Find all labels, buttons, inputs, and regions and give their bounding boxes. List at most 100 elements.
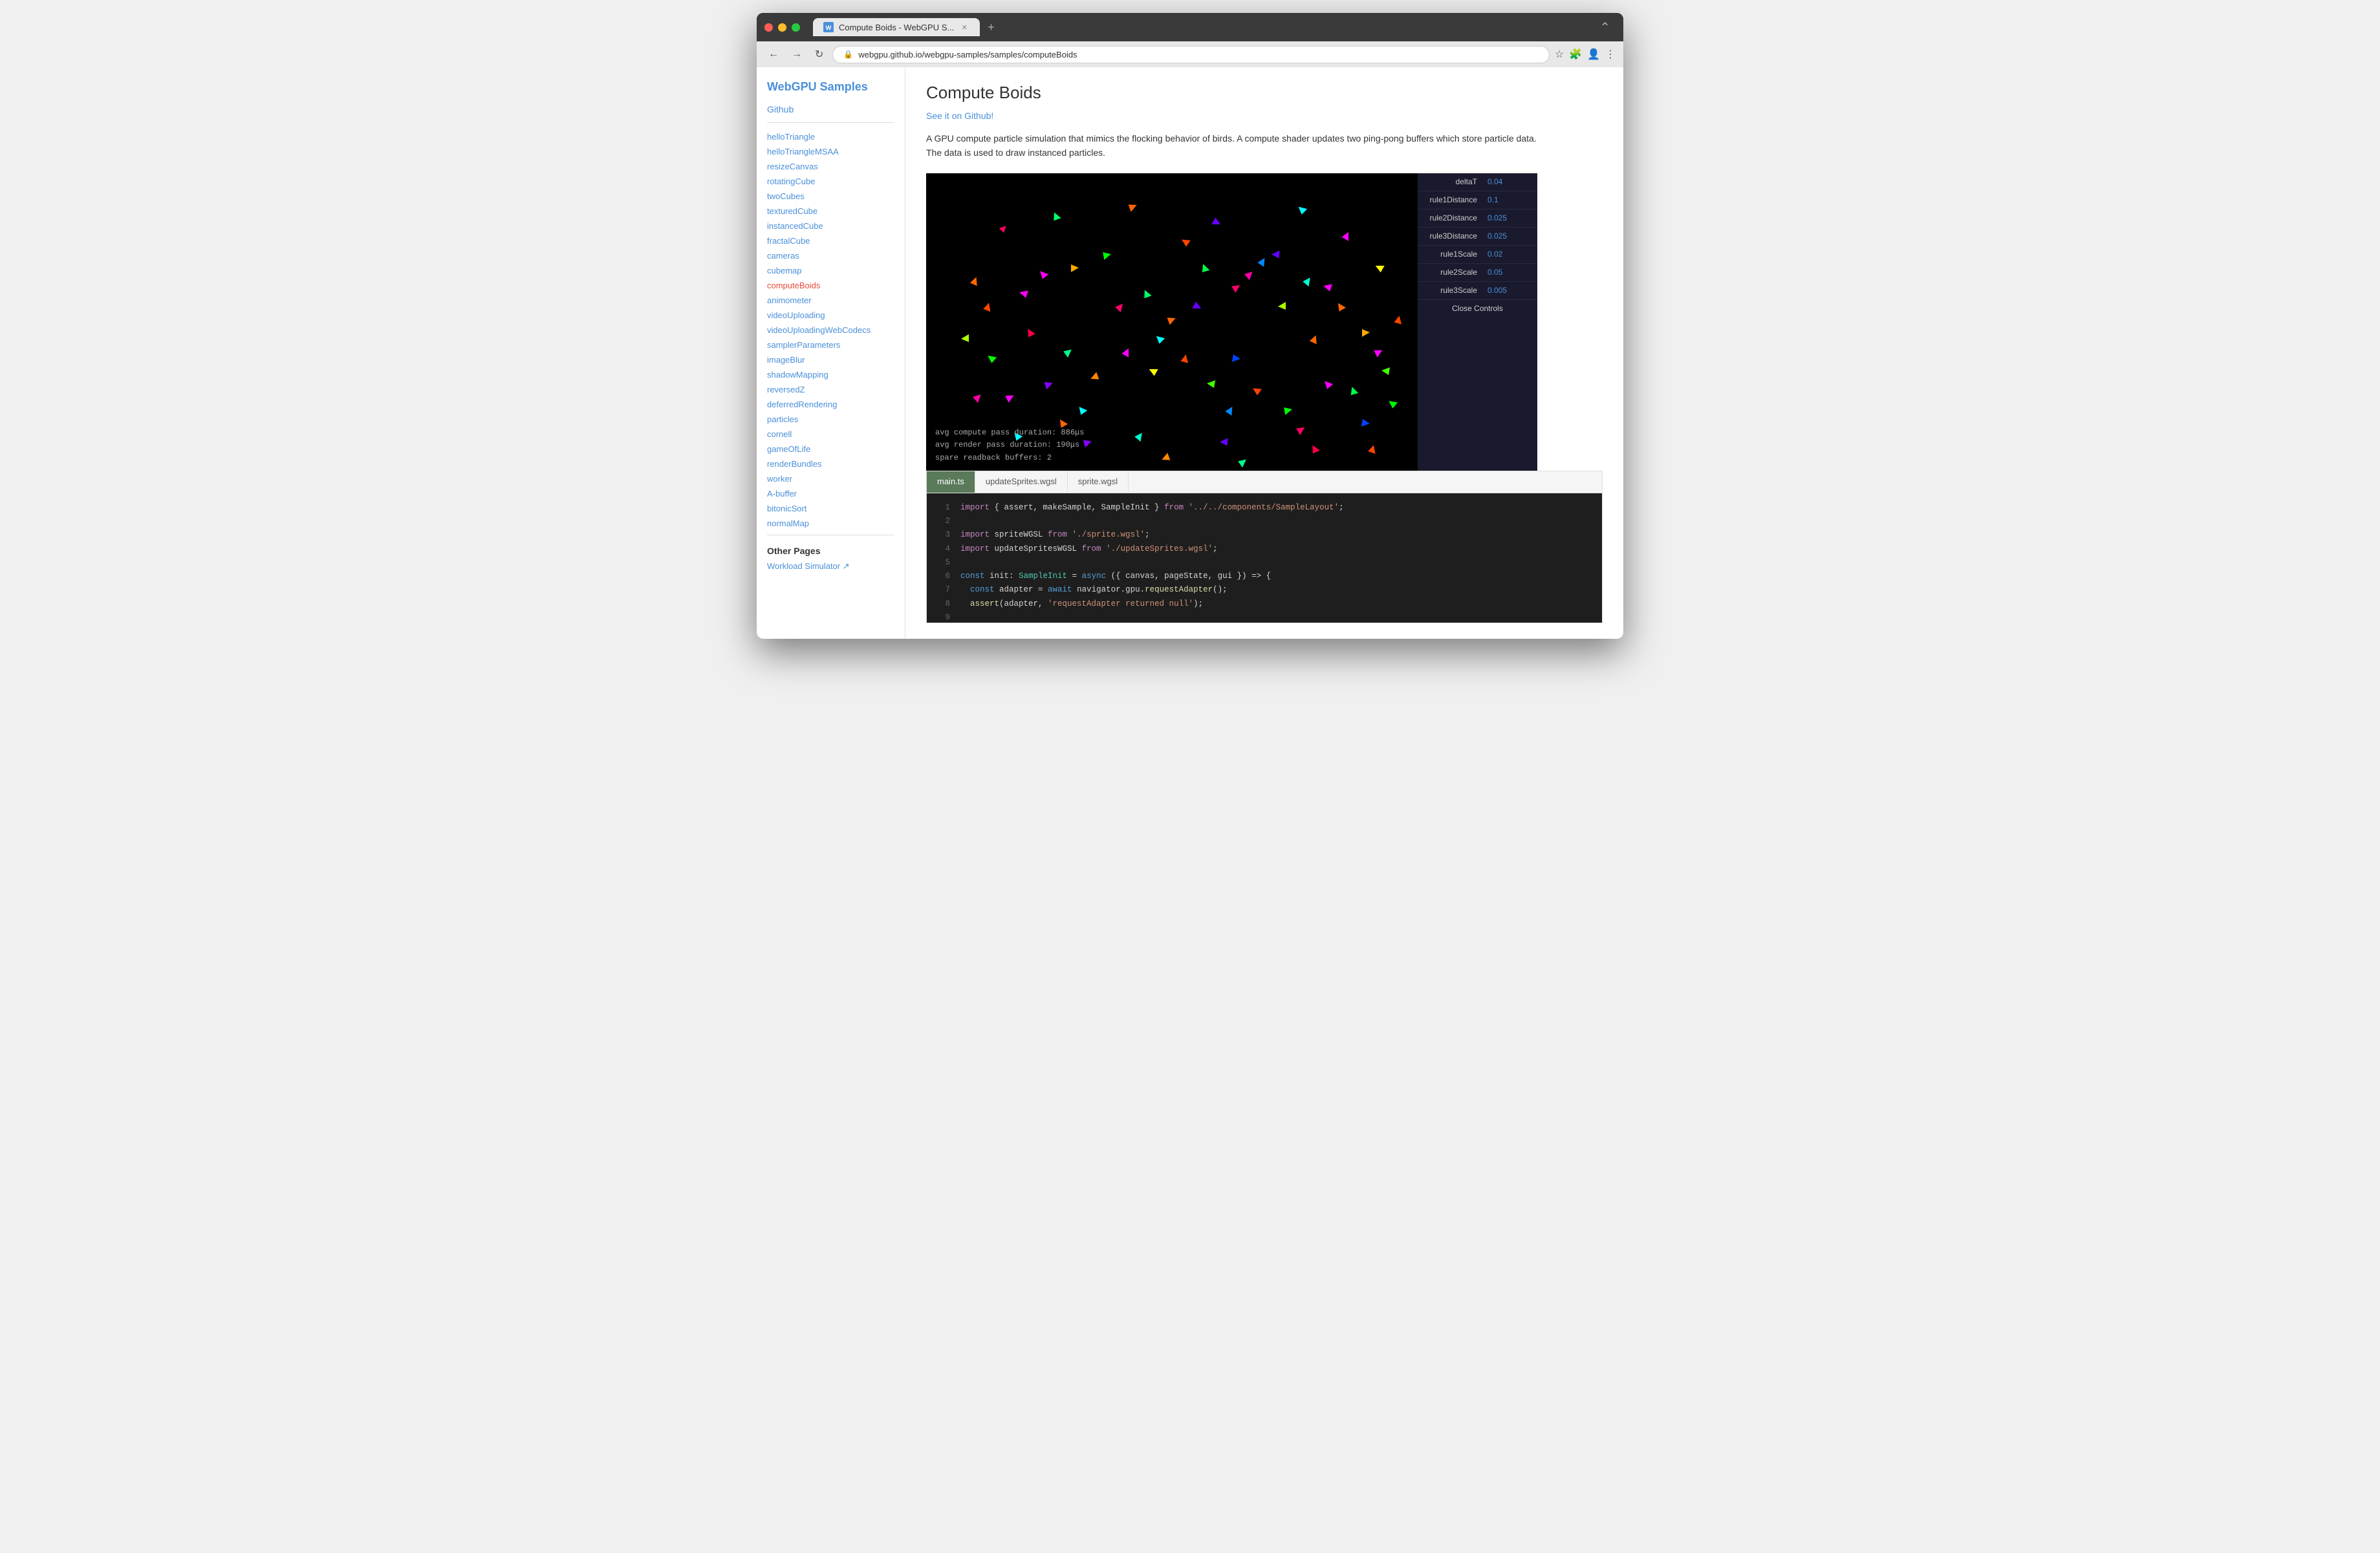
code-line-7: 7 const adapter = await navigator.gpu.re…	[937, 583, 1592, 597]
workload-simulator-link[interactable]: Workload Simulator ↗	[767, 561, 894, 572]
sidebar-item-helloTriangleMSAA[interactable]: helloTriangleMSAA	[767, 145, 894, 158]
profile-icon[interactable]: 👤	[1587, 48, 1600, 61]
sidebar-item-videoUploadingWebCodecs[interactable]: videoUploadingWebCodecs	[767, 324, 894, 336]
maximize-button[interactable]	[792, 23, 800, 32]
line-number: 1	[937, 501, 950, 515]
sidebar-item-rotatingCube[interactable]: rotatingCube	[767, 175, 894, 187]
control-row-rule2scale: rule2Scale 0.05	[1418, 264, 1537, 282]
description: A GPU compute particle simulation that m…	[926, 131, 1547, 160]
sidebar-item-texturedCube[interactable]: texturedCube	[767, 205, 894, 217]
stat-compute: avg compute pass duration: 886μs	[935, 427, 1084, 439]
other-pages-title: Other Pages	[767, 546, 894, 556]
sidebar-item-samplerParameters[interactable]: samplerParameters	[767, 339, 894, 351]
control-label: rule2Distance	[1418, 213, 1482, 222]
sidebar-item-normalMap[interactable]: normalMap	[767, 517, 894, 530]
code-line-6: 6const init: SampleInit = async ({ canva…	[937, 570, 1592, 583]
back-button[interactable]: ←	[764, 46, 783, 63]
code-line-3: 3import spriteWGSL from './sprite.wgsl';	[937, 528, 1592, 542]
control-label: deltaT	[1418, 177, 1482, 186]
code-tabs: main.tsupdateSprites.wgslsprite.wgsl	[927, 471, 1602, 493]
control-value[interactable]: 0.025	[1482, 213, 1512, 222]
code-tab-updateSprites-wgsl[interactable]: updateSprites.wgsl	[975, 471, 1068, 493]
sidebar-item-cubemap[interactable]: cubemap	[767, 264, 894, 277]
control-row-deltat: deltaT 0.04	[1418, 173, 1537, 191]
traffic-lights	[764, 23, 800, 32]
control-row-rule3distance: rule3Distance 0.025	[1418, 228, 1537, 246]
control-value[interactable]: 0.04	[1482, 177, 1508, 186]
control-value[interactable]: 0.05	[1482, 268, 1508, 277]
close-button[interactable]	[764, 23, 773, 32]
new-tab-button[interactable]: +	[982, 18, 1000, 37]
sidebar-item-shadowMapping[interactable]: shadowMapping	[767, 369, 894, 381]
code-line-9: 9	[937, 611, 1592, 623]
active-tab[interactable]: W Compute Boids - WebGPU S... ✕	[813, 18, 980, 36]
sidebar-item-fractalCube[interactable]: fractalCube	[767, 235, 894, 247]
sidebar-item-gameOfLife[interactable]: gameOfLife	[767, 443, 894, 455]
bookmark-icon[interactable]: ☆	[1555, 48, 1564, 61]
code-line-5: 5	[937, 556, 1592, 570]
tab-favicon: W	[823, 22, 834, 32]
tab-close-button[interactable]: ✕	[959, 22, 969, 32]
sidebar-item-videoUploading[interactable]: videoUploading	[767, 309, 894, 321]
sidebar-item-renderBundles[interactable]: renderBundles	[767, 458, 894, 470]
control-row-rule1distance: rule1Distance 0.1	[1418, 191, 1537, 209]
github-link[interactable]: Github	[767, 104, 894, 114]
sidebar-item-deferredRendering[interactable]: deferredRendering	[767, 398, 894, 411]
control-value[interactable]: 0.025	[1482, 231, 1512, 241]
controls-panel: deltaT 0.04 rule1Distance 0.1 rule2Dista…	[1418, 173, 1537, 471]
control-label: rule2Scale	[1418, 268, 1482, 277]
controls-fields: deltaT 0.04 rule1Distance 0.1 rule2Dista…	[1418, 173, 1537, 300]
sidebar-item-particles[interactable]: particles	[767, 413, 894, 425]
sidebar-item-bitonicSort[interactable]: bitonicSort	[767, 502, 894, 515]
control-label: rule1Distance	[1418, 195, 1482, 204]
forward-button[interactable]: →	[788, 46, 806, 63]
control-value[interactable]: 0.1	[1482, 195, 1504, 204]
control-row-rule2distance: rule2Distance 0.025	[1418, 209, 1537, 228]
canvas-stats: avg compute pass duration: 886μs avg ren…	[935, 427, 1084, 464]
code-line-4: 4import updateSpritesWGSL from './update…	[937, 542, 1592, 556]
reload-button[interactable]: ↻	[811, 45, 827, 63]
sidebar-item-computeBoids[interactable]: computeBoids	[767, 279, 894, 292]
control-row-rule3scale: rule3Scale 0.005	[1418, 282, 1537, 300]
control-label: rule3Scale	[1418, 286, 1482, 295]
code-area: 1import { assert, makeSample, SampleInit…	[927, 493, 1602, 623]
control-value[interactable]: 0.02	[1482, 250, 1508, 259]
sidebar-title: WebGPU Samples	[767, 80, 894, 94]
sidebar-item-cameras[interactable]: cameras	[767, 250, 894, 262]
browser-window: W Compute Boids - WebGPU S... ✕ + ⌃ ← → …	[757, 13, 1623, 639]
particle-canvas-container: avg compute pass duration: 886μs avg ren…	[926, 173, 1418, 471]
toolbar-icons: ☆ 🧩 👤 ⋮	[1555, 48, 1616, 61]
code-tab-main-ts[interactable]: main.ts	[927, 471, 975, 493]
line-number: 2	[937, 515, 950, 528]
sidebar-item-worker[interactable]: worker	[767, 473, 894, 485]
line-number: 5	[937, 556, 950, 570]
line-number: 7	[937, 583, 950, 597]
control-value[interactable]: 0.005	[1482, 286, 1512, 295]
sidebar-item-helloTriangle[interactable]: helloTriangle	[767, 131, 894, 143]
sidebar-item-twoCubes[interactable]: twoCubes	[767, 190, 894, 202]
close-controls-button[interactable]: Close Controls	[1418, 300, 1537, 317]
control-row-rule1scale: rule1Scale 0.02	[1418, 246, 1537, 264]
code-line-1: 1import { assert, makeSample, SampleInit…	[937, 501, 1592, 515]
sidebar-item-instancedCube[interactable]: instancedCube	[767, 220, 894, 232]
sidebar-nav: helloTriangle helloTriangleMSAA resizeCanv…	[767, 131, 894, 530]
address-bar[interactable]: 🔒 webgpu.github.io/webgpu-samples/sample…	[832, 46, 1549, 63]
browser-toolbar: ← → ↻ 🔒 webgpu.github.io/webgpu-samples/…	[757, 41, 1623, 67]
tab-bar: W Compute Boids - WebGPU S... ✕ +	[813, 18, 1594, 37]
line-number: 4	[937, 542, 950, 556]
sidebar-item-A-buffer[interactable]: A-buffer	[767, 487, 894, 500]
sidebar-item-animometer[interactable]: animometer	[767, 294, 894, 306]
line-number: 3	[937, 528, 950, 542]
sidebar-item-cornell[interactable]: cornell	[767, 428, 894, 440]
sidebar-item-reversedZ[interactable]: reversedZ	[767, 383, 894, 396]
code-line-8: 8 assert(adapter, 'requestAdapter return…	[937, 597, 1592, 611]
sidebar-item-resizeCanvas[interactable]: resizeCanvas	[767, 160, 894, 173]
svg-text:W: W	[826, 25, 832, 31]
stat-render: avg render pass duration: 190μs	[935, 439, 1084, 451]
extensions-icon[interactable]: 🧩	[1569, 48, 1582, 61]
sidebar-item-imageBlur[interactable]: imageBlur	[767, 354, 894, 366]
minimize-button[interactable]	[778, 23, 786, 32]
menu-icon[interactable]: ⋮	[1605, 48, 1616, 61]
code-tab-sprite-wgsl[interactable]: sprite.wgsl	[1068, 471, 1129, 493]
see-on-github-link[interactable]: See it on Github!	[926, 111, 1603, 121]
